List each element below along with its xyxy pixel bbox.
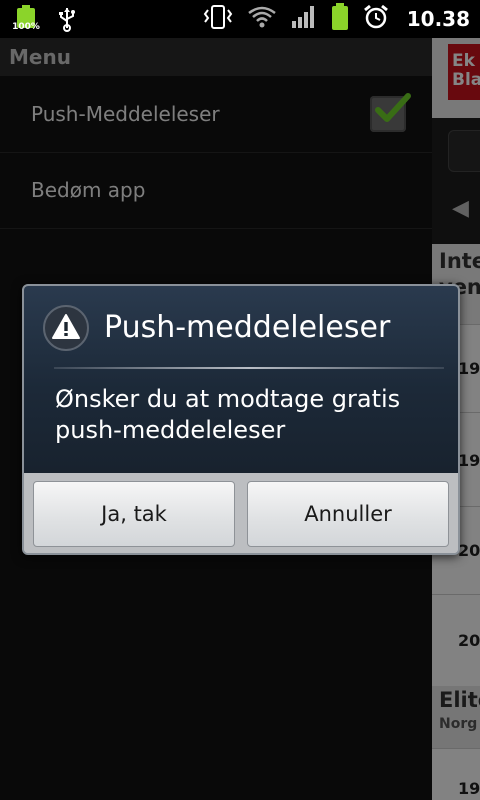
cancel-button[interactable]: Annuller: [247, 481, 449, 547]
push-notification-dialog: Push-meddeleleser Ønsker du at modtage g…: [22, 284, 460, 555]
dialog-title: Push-meddeleleser: [104, 310, 391, 345]
warning-icon: [42, 304, 90, 352]
clock: 10.38: [406, 7, 470, 31]
confirm-button[interactable]: Ja, tak: [33, 481, 235, 547]
battery-percent: 100%: [12, 22, 40, 32]
dialog-message: Ønsker du at modtage gratis push-meddele…: [55, 385, 401, 444]
usb-icon: [56, 6, 78, 32]
vibrate-icon: [203, 4, 233, 34]
battery-icon: 100%: [12, 5, 40, 33]
wifi-icon: [247, 5, 277, 33]
dialog-divider: [54, 367, 444, 369]
status-bar: 100% 10.38: [0, 0, 480, 38]
battery-icon: [331, 3, 349, 35]
alarm-icon: [363, 4, 389, 34]
signal-icon: [291, 5, 317, 33]
dialog-button-bar: Ja, tak Annuller: [24, 473, 458, 553]
